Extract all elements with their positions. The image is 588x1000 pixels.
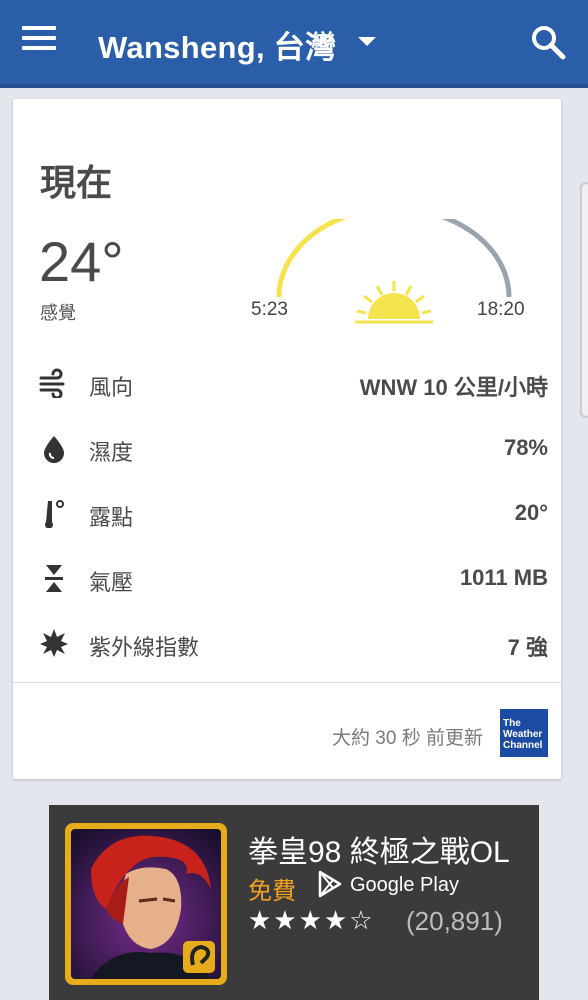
last-updated-text: 大約 30 秒 前更新 (332, 728, 483, 749)
humidity-value: 78% (503, 435, 548, 460)
detail-row-uv-index: 紫外線指數 7 強 (13, 620, 561, 664)
humidity-icon (44, 436, 64, 463)
chevron-down-icon[interactable] (358, 37, 376, 46)
uv-index-icon (40, 629, 68, 657)
ad-app-title: 拳皇98 終極之戰OL (248, 836, 510, 869)
game-character-art (71, 829, 221, 979)
uv-index-value: 7 強 (507, 635, 548, 660)
wind-icon (39, 368, 65, 398)
sunset-time: 18:20 (477, 299, 525, 320)
app-bar: Wansheng, 台灣 (0, 0, 588, 88)
google-play-icon (318, 870, 342, 898)
feels-like-label: 感覺 (40, 303, 76, 323)
current-temperature: 24° (39, 230, 124, 293)
sunrise-time: 5:23 (251, 299, 288, 320)
wind-label: 風向 (89, 375, 134, 400)
location-title[interactable]: Wansheng, 台灣 (98, 22, 336, 67)
side-panel-handle[interactable] (580, 182, 588, 418)
dew-point-label: 露點 (89, 505, 134, 530)
menu-icon[interactable] (22, 26, 56, 54)
review-count: (20,891) (406, 906, 503, 936)
wind-value: WNW 10 公里/小時 (359, 375, 548, 400)
sun-icon (355, 281, 433, 324)
search-icon[interactable] (530, 24, 566, 60)
humidity-label: 濕度 (89, 440, 134, 465)
rating-stars: ★★★★☆ (248, 905, 375, 935)
dew-point-icon (45, 500, 64, 528)
detail-row-pressure: 氣壓 1011 MB (13, 555, 561, 599)
pressure-icon (45, 565, 63, 592)
detail-row-wind: 風向 WNW 10 公里/小時 (13, 360, 561, 404)
weather-channel-logo[interactable]: The Weather Channel (500, 709, 548, 757)
app-install-ad[interactable]: 拳皇98 終極之戰OL 免費 Google Play ★★★★☆ (20,891… (49, 805, 539, 1000)
google-play-label: Google Play (350, 874, 459, 896)
divider (13, 682, 561, 683)
detail-row-dew-point: 露點 20° (13, 490, 561, 534)
ad-price: 免費 (248, 878, 296, 905)
dew-point-value: 20° (514, 500, 548, 525)
detail-row-humidity: 濕度 78% (13, 425, 561, 469)
pressure-value: 1011 MB (459, 565, 548, 590)
pressure-label: 氣壓 (89, 570, 134, 595)
current-weather-card: 現在 24° 感覺 5:23 18:20 風向 WNW 10 公里/小時 濕度 … (13, 99, 561, 779)
uv-index-label: 紫外線指數 (89, 635, 200, 660)
now-heading: 現在 (40, 162, 113, 203)
game-app-icon[interactable] (65, 823, 227, 985)
